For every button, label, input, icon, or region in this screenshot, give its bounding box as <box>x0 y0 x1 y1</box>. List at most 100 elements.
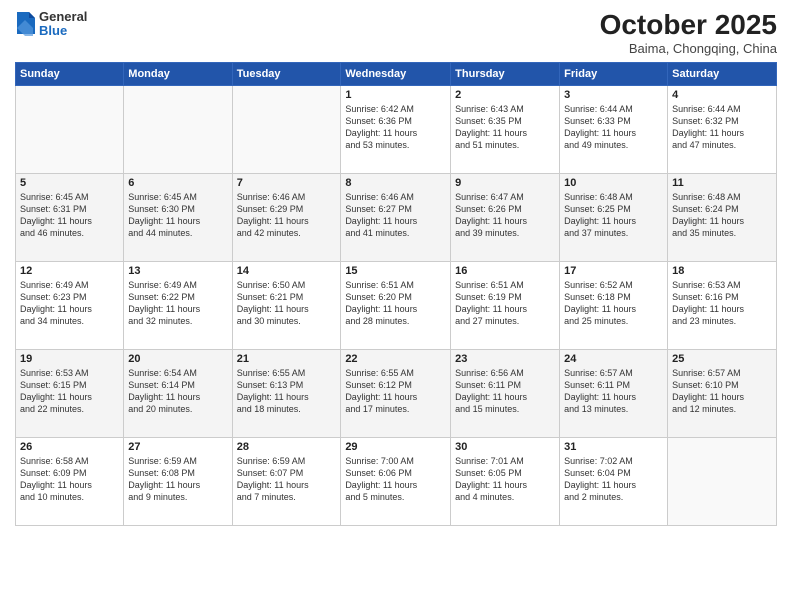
day-number: 9 <box>455 177 555 189</box>
calendar-week-4: 19 Sunrise: 6:53 AM Sunset: 6:15 PM Dayli… <box>16 349 777 437</box>
day-info: Sunrise: 6:42 AM Sunset: 6:36 PM Dayligh… <box>345 103 446 152</box>
calendar-cell: 12 Sunrise: 6:49 AM Sunset: 6:23 PM Dayli… <box>16 261 124 349</box>
day-info: Sunrise: 6:58 AM Sunset: 6:09 PM Dayligh… <box>20 455 119 504</box>
day-number: 21 <box>237 353 337 365</box>
day-number: 24 <box>564 353 663 365</box>
day-info: Sunrise: 6:53 AM Sunset: 6:15 PM Dayligh… <box>20 367 119 416</box>
day-number: 22 <box>345 353 446 365</box>
calendar-cell: 17Sunrise: 6:52 AM Sunset: 6:18 PM Dayli… <box>560 261 668 349</box>
day-info: Sunrise: 6:56 AM Sunset: 6:11 PM Dayligh… <box>455 367 555 416</box>
col-header-sunday: Sunday <box>16 62 124 85</box>
day-number: 31 <box>564 441 663 453</box>
day-info: Sunrise: 6:59 AM Sunset: 6:08 PM Dayligh… <box>128 455 227 504</box>
calendar-cell: 21 Sunrise: 6:55 AM Sunset: 6:13 PM Dayli… <box>232 349 341 437</box>
logo-text: General Blue <box>39 10 87 39</box>
month-title: October 2025 <box>600 10 777 41</box>
calendar-cell: 26 Sunrise: 6:58 AM Sunset: 6:09 PM Dayli… <box>16 437 124 525</box>
day-number: 14 <box>237 265 337 277</box>
calendar-cell: 23 Sunrise: 6:56 AM Sunset: 6:11 PM Dayli… <box>451 349 560 437</box>
day-number: 6 <box>128 177 227 189</box>
day-number: 20 <box>128 353 227 365</box>
day-info: Sunrise: 6:43 AM Sunset: 6:35 PM Dayligh… <box>455 103 555 152</box>
day-info: Sunrise: 6:45 AM Sunset: 6:31 PM Dayligh… <box>20 191 119 240</box>
calendar-cell: 16Sunrise: 6:51 AM Sunset: 6:19 PM Dayli… <box>451 261 560 349</box>
col-header-saturday: Saturday <box>668 62 777 85</box>
calendar-cell: 18Sunrise: 6:53 AM Sunset: 6:16 PM Dayli… <box>668 261 777 349</box>
calendar-cell: 4Sunrise: 6:44 AM Sunset: 6:32 PM Daylig… <box>668 85 777 173</box>
day-info: Sunrise: 6:57 AM Sunset: 6:11 PM Dayligh… <box>564 367 663 416</box>
day-number: 15 <box>345 265 446 277</box>
day-number: 11 <box>672 177 772 189</box>
day-info: Sunrise: 6:59 AM Sunset: 6:07 PM Dayligh… <box>237 455 337 504</box>
calendar-week-5: 26 Sunrise: 6:58 AM Sunset: 6:09 PM Dayli… <box>16 437 777 525</box>
calendar-week-2: 5Sunrise: 6:45 AM Sunset: 6:31 PM Daylig… <box>16 173 777 261</box>
day-number: 10 <box>564 177 663 189</box>
day-info: Sunrise: 6:46 AM Sunset: 6:27 PM Dayligh… <box>345 191 446 240</box>
calendar-cell: 30Sunrise: 7:01 AM Sunset: 6:05 PM Dayli… <box>451 437 560 525</box>
day-number: 25 <box>672 353 772 365</box>
calendar-cell: 10Sunrise: 6:48 AM Sunset: 6:25 PM Dayli… <box>560 173 668 261</box>
calendar-week-3: 12 Sunrise: 6:49 AM Sunset: 6:23 PM Dayli… <box>16 261 777 349</box>
calendar-cell: 11 Sunrise: 6:48 AM Sunset: 6:24 PM Dayli… <box>668 173 777 261</box>
calendar-cell: 27Sunrise: 6:59 AM Sunset: 6:08 PM Dayli… <box>124 437 232 525</box>
day-number: 3 <box>564 89 663 101</box>
day-number: 26 <box>20 441 119 453</box>
day-number: 13 <box>128 265 227 277</box>
day-number: 12 <box>20 265 119 277</box>
calendar-cell: 24 Sunrise: 6:57 AM Sunset: 6:11 PM Dayli… <box>560 349 668 437</box>
day-number: 17 <box>564 265 663 277</box>
col-header-friday: Friday <box>560 62 668 85</box>
calendar-cell <box>232 85 341 173</box>
calendar: SundayMondayTuesdayWednesdayThursdayFrid… <box>15 62 777 526</box>
calendar-cell: 9 Sunrise: 6:47 AM Sunset: 6:26 PM Daylig… <box>451 173 560 261</box>
calendar-cell: 25 Sunrise: 6:57 AM Sunset: 6:10 PM Dayli… <box>668 349 777 437</box>
day-number: 23 <box>455 353 555 365</box>
calendar-cell <box>668 437 777 525</box>
day-number: 29 <box>345 441 446 453</box>
logo-blue-text: Blue <box>39 24 87 38</box>
day-info: Sunrise: 6:57 AM Sunset: 6:10 PM Dayligh… <box>672 367 772 416</box>
day-info: Sunrise: 6:55 AM Sunset: 6:12 PM Dayligh… <box>345 367 446 416</box>
col-header-monday: Monday <box>124 62 232 85</box>
calendar-cell: 1 Sunrise: 6:42 AM Sunset: 6:36 PM Daylig… <box>341 85 451 173</box>
logo-general-text: General <box>39 10 87 24</box>
calendar-cell <box>16 85 124 173</box>
day-info: Sunrise: 7:00 AM Sunset: 6:06 PM Dayligh… <box>345 455 446 504</box>
day-info: Sunrise: 6:48 AM Sunset: 6:24 PM Dayligh… <box>672 191 772 240</box>
day-info: Sunrise: 6:46 AM Sunset: 6:29 PM Dayligh… <box>237 191 337 240</box>
day-info: Sunrise: 6:53 AM Sunset: 6:16 PM Dayligh… <box>672 279 772 328</box>
day-info: Sunrise: 6:44 AM Sunset: 6:33 PM Dayligh… <box>564 103 663 152</box>
day-info: Sunrise: 6:50 AM Sunset: 6:21 PM Dayligh… <box>237 279 337 328</box>
day-info: Sunrise: 6:55 AM Sunset: 6:13 PM Dayligh… <box>237 367 337 416</box>
calendar-cell: 2Sunrise: 6:43 AM Sunset: 6:35 PM Daylig… <box>451 85 560 173</box>
calendar-cell: 13 Sunrise: 6:49 AM Sunset: 6:22 PM Dayli… <box>124 261 232 349</box>
title-section: October 2025 Baima, Chongqing, China <box>600 10 777 56</box>
day-info: Sunrise: 6:54 AM Sunset: 6:14 PM Dayligh… <box>128 367 227 416</box>
calendar-cell: 20 Sunrise: 6:54 AM Sunset: 6:14 PM Dayli… <box>124 349 232 437</box>
calendar-cell: 5Sunrise: 6:45 AM Sunset: 6:31 PM Daylig… <box>16 173 124 261</box>
calendar-week-1: 1 Sunrise: 6:42 AM Sunset: 6:36 PM Daylig… <box>16 85 777 173</box>
col-header-wednesday: Wednesday <box>341 62 451 85</box>
header: General Blue October 2025 Baima, Chongqi… <box>15 10 777 56</box>
calendar-cell: 3 Sunrise: 6:44 AM Sunset: 6:33 PM Daylig… <box>560 85 668 173</box>
day-info: Sunrise: 6:51 AM Sunset: 6:20 PM Dayligh… <box>345 279 446 328</box>
day-info: Sunrise: 6:51 AM Sunset: 6:19 PM Dayligh… <box>455 279 555 328</box>
day-number: 28 <box>237 441 337 453</box>
day-info: Sunrise: 6:44 AM Sunset: 6:32 PM Dayligh… <box>672 103 772 152</box>
day-info: Sunrise: 7:01 AM Sunset: 6:05 PM Dayligh… <box>455 455 555 504</box>
calendar-cell: 15 Sunrise: 6:51 AM Sunset: 6:20 PM Dayli… <box>341 261 451 349</box>
day-info: Sunrise: 6:49 AM Sunset: 6:23 PM Dayligh… <box>20 279 119 328</box>
calendar-cell <box>124 85 232 173</box>
day-number: 8 <box>345 177 446 189</box>
day-info: Sunrise: 6:49 AM Sunset: 6:22 PM Dayligh… <box>128 279 227 328</box>
calendar-cell: 31Sunrise: 7:02 AM Sunset: 6:04 PM Dayli… <box>560 437 668 525</box>
day-number: 1 <box>345 89 446 101</box>
calendar-cell: 28 Sunrise: 6:59 AM Sunset: 6:07 PM Dayli… <box>232 437 341 525</box>
calendar-cell: 29 Sunrise: 7:00 AM Sunset: 6:06 PM Dayli… <box>341 437 451 525</box>
day-info: Sunrise: 6:47 AM Sunset: 6:26 PM Dayligh… <box>455 191 555 240</box>
calendar-cell: 6Sunrise: 6:45 AM Sunset: 6:30 PM Daylig… <box>124 173 232 261</box>
logo: General Blue <box>15 10 87 39</box>
calendar-cell: 8 Sunrise: 6:46 AM Sunset: 6:27 PM Daylig… <box>341 173 451 261</box>
day-number: 19 <box>20 353 119 365</box>
calendar-cell: 14 Sunrise: 6:50 AM Sunset: 6:21 PM Dayli… <box>232 261 341 349</box>
